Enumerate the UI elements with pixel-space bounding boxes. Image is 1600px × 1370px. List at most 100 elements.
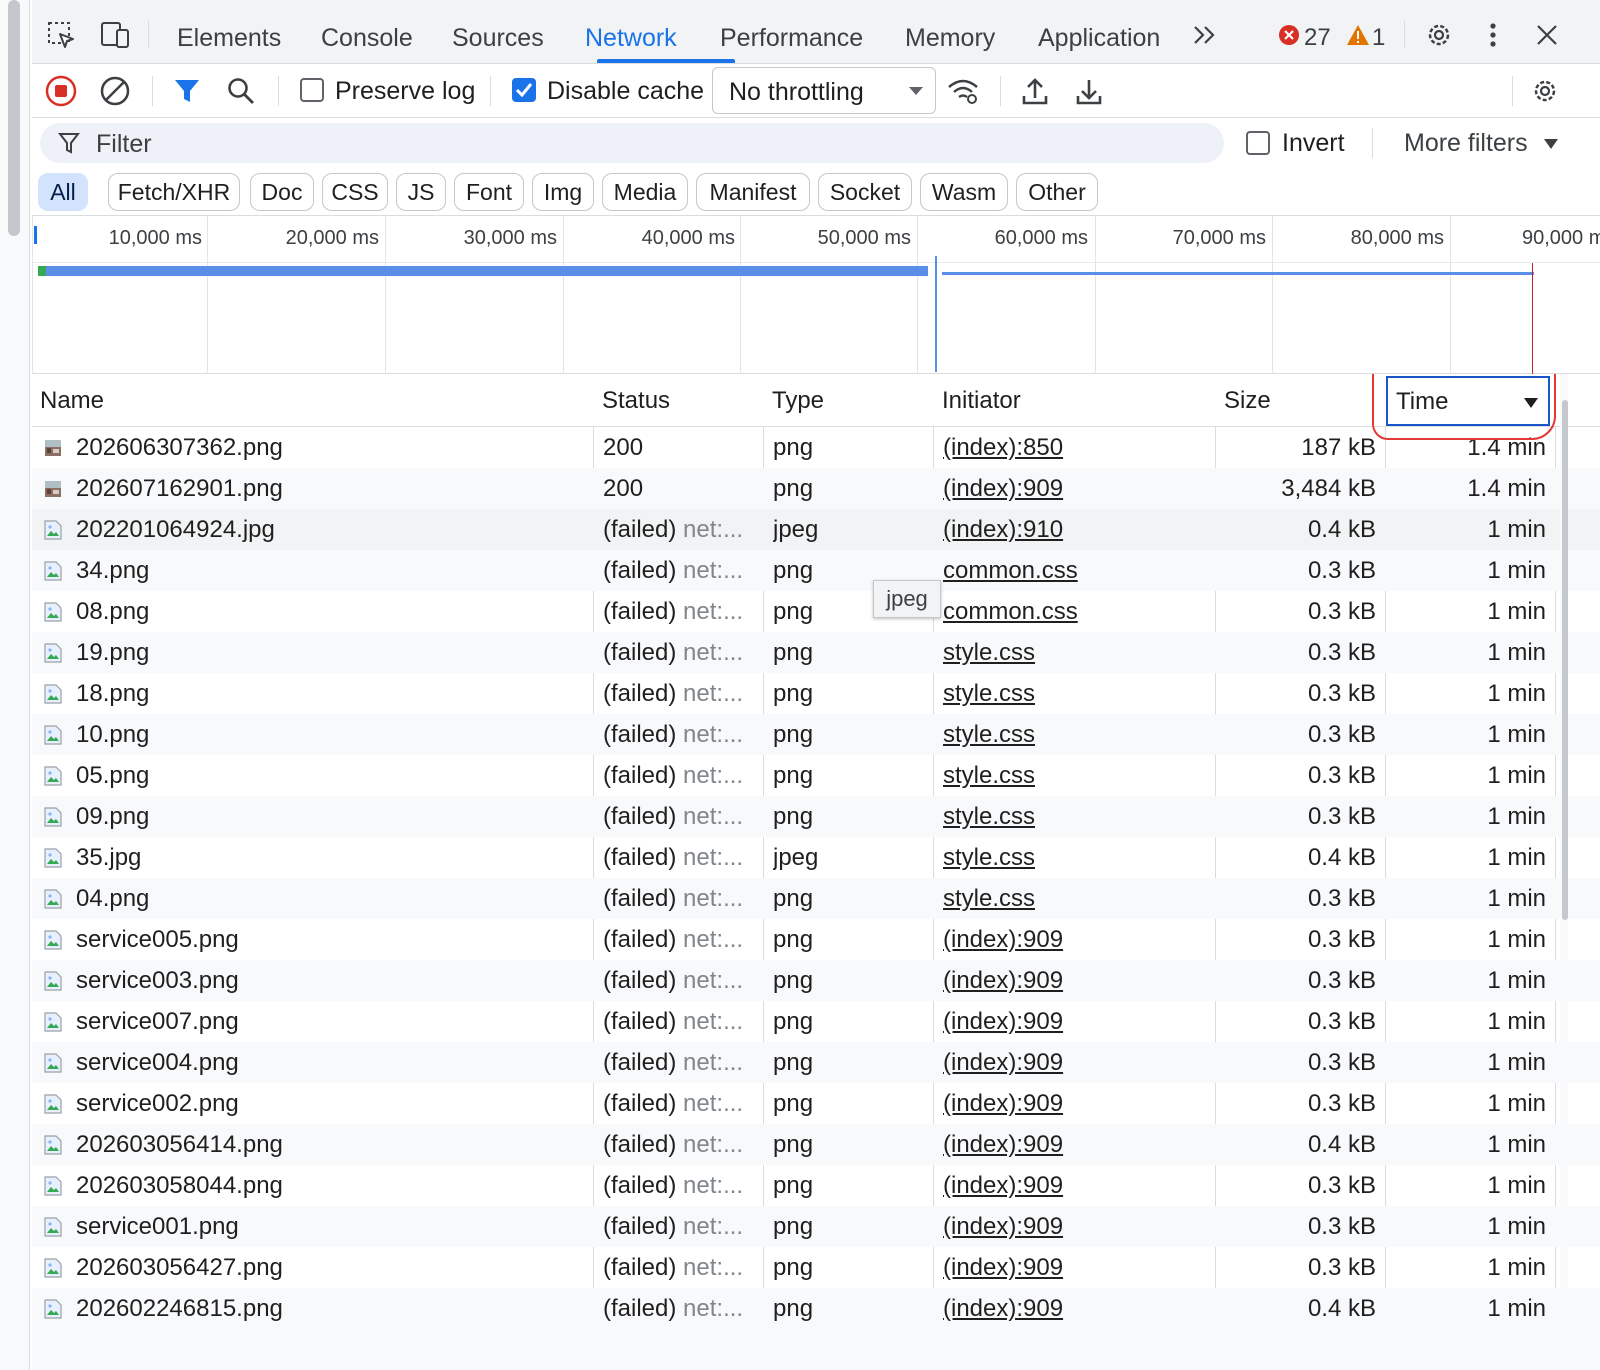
clear-icon[interactable] (98, 74, 132, 108)
disable-cache-checkbox[interactable] (512, 78, 536, 102)
invert-checkbox[interactable] (1246, 131, 1270, 155)
table-row[interactable]: 202602246815.png (failed) net:... png (inde… (32, 1288, 1600, 1329)
type-filter-other[interactable]: Other (1016, 173, 1098, 211)
settings-gear-icon[interactable] (1422, 18, 1456, 52)
more-tabs-chevron-icon[interactable] (1188, 18, 1222, 52)
column-header-name[interactable]: Name (32, 374, 593, 427)
close-icon[interactable] (1530, 18, 1564, 52)
cell-name[interactable]: service007.png (76, 1001, 586, 1042)
cell-name[interactable]: 202201064924.jpg (76, 509, 586, 550)
cell-initiator-link[interactable]: (index):909 (943, 468, 1213, 509)
cell-name[interactable]: service004.png (76, 1042, 586, 1083)
tab-console[interactable]: Console (321, 24, 413, 53)
table-row[interactable]: 35.jpg (failed) net:... jpeg style.css 0.4 k… (32, 837, 1600, 878)
cell-initiator-link[interactable]: (index):909 (943, 1001, 1213, 1042)
cell-name[interactable]: 34.png (76, 550, 586, 591)
column-header-initiator[interactable]: Initiator (934, 374, 1215, 427)
cell-initiator-link[interactable]: style.css (943, 632, 1213, 673)
column-header-status[interactable]: Status (594, 374, 763, 427)
table-row[interactable]: 04.png (failed) net:... png style.css 0.3 kB… (32, 878, 1600, 919)
type-filter-all[interactable]: All (38, 173, 88, 211)
cell-initiator-link[interactable]: style.css (943, 755, 1213, 796)
type-filter-css[interactable]: CSS (322, 173, 388, 211)
cell-initiator-link[interactable]: common.css (943, 591, 1213, 632)
left-scrollbar-thumb[interactable] (8, 0, 20, 236)
table-row[interactable]: service007.png (failed) net:... png (index)… (32, 1001, 1600, 1042)
cell-initiator-link[interactable]: (index):909 (943, 1165, 1213, 1206)
filter-input[interactable]: Filter (40, 123, 1224, 163)
search-icon[interactable] (224, 74, 258, 108)
tab-application[interactable]: Application (1038, 24, 1160, 53)
device-toolbar-icon[interactable] (98, 18, 132, 52)
type-filter-media[interactable]: Media (602, 173, 688, 211)
cell-name[interactable]: 18.png (76, 673, 586, 714)
warning-icon[interactable] (1344, 18, 1372, 52)
table-row[interactable]: 09.png (failed) net:... png style.css 0.3 kB… (32, 796, 1600, 837)
cell-initiator-link[interactable]: (index):850 (943, 427, 1213, 468)
record-stop-icon[interactable] (44, 74, 78, 108)
cell-initiator-link[interactable]: (index):909 (943, 1247, 1213, 1288)
cell-name[interactable]: 202603056427.png (76, 1247, 586, 1288)
cell-initiator-link[interactable]: style.css (943, 837, 1213, 878)
table-row[interactable]: 202201064924.jpg (failed) net:... jpeg (ind… (32, 509, 1600, 550)
table-row[interactable]: service005.png (failed) net:... png (index)… (32, 919, 1600, 960)
table-row[interactable]: service002.png (failed) net:... png (index)… (32, 1083, 1600, 1124)
cell-name[interactable]: 10.png (76, 714, 586, 755)
error-count[interactable]: 27 (1304, 24, 1331, 52)
tab-elements[interactable]: Elements (177, 24, 281, 53)
type-filter-socket[interactable]: Socket (818, 173, 912, 211)
cell-initiator-link[interactable]: (index):909 (943, 1124, 1213, 1165)
column-header-type[interactable]: Type (764, 374, 933, 427)
chevron-down-icon[interactable] (1544, 139, 1558, 149)
cell-name[interactable]: 09.png (76, 796, 586, 837)
table-row[interactable]: 05.png (failed) net:... png style.css 0.3 kB… (32, 755, 1600, 796)
network-conditions-wifi-icon[interactable] (946, 74, 980, 108)
table-row[interactable]: 10.png (failed) net:... png style.css 0.3 kB… (32, 714, 1600, 755)
tab-network[interactable]: Network (585, 24, 677, 53)
cell-initiator-link[interactable]: (index):910 (943, 509, 1213, 550)
table-row[interactable] (32, 1329, 1600, 1370)
tab-memory[interactable]: Memory (905, 24, 995, 53)
cell-initiator-link[interactable]: style.css (943, 673, 1213, 714)
table-row[interactable]: 18.png (failed) net:... png style.css 0.3 kB… (32, 673, 1600, 714)
error-icon[interactable] (1276, 18, 1302, 52)
cell-name[interactable]: service003.png (76, 960, 586, 1001)
table-row[interactable]: 202607162901.png 200 png (index):909 3,484 … (32, 468, 1600, 509)
cell-name[interactable]: 202602246815.png (76, 1288, 586, 1329)
table-row[interactable]: 202606307362.png 200 png (index):850 187 kB… (32, 427, 1600, 468)
cell-name[interactable]: 202607162901.png (76, 468, 586, 509)
cell-name[interactable]: 202603056414.png (76, 1124, 586, 1165)
invert-label[interactable]: Invert (1282, 129, 1345, 158)
type-filter-fetch-xhr[interactable]: Fetch/XHR (108, 173, 240, 211)
table-row[interactable]: 202603056427.png (failed) net:... png (inde… (32, 1247, 1600, 1288)
cell-name[interactable]: 202603058044.png (76, 1165, 586, 1206)
left-panel-scrollbar[interactable] (0, 0, 30, 1370)
table-scrollbar-thumb[interactable] (1562, 400, 1568, 920)
cell-name[interactable]: 04.png (76, 878, 586, 919)
column-header-time[interactable]: Time (1386, 376, 1550, 426)
cell-initiator-link[interactable]: style.css (943, 796, 1213, 837)
network-settings-gear-icon[interactable] (1528, 74, 1562, 108)
cell-initiator-link[interactable]: (index):909 (943, 1206, 1213, 1247)
table-row[interactable]: 34.png (failed) net:... png common.css 0.3 k… (32, 550, 1600, 591)
table-row[interactable]: service001.png (failed) net:... png (index)… (32, 1206, 1600, 1247)
cell-name[interactable]: service001.png (76, 1206, 586, 1247)
disable-cache-label[interactable]: Disable cache (547, 77, 704, 106)
preserve-log-label[interactable]: Preserve log (335, 77, 475, 106)
cell-initiator-link[interactable]: (index):909 (943, 919, 1213, 960)
filter-funnel-icon[interactable] (170, 74, 204, 108)
cell-initiator-link[interactable]: (index):909 (943, 960, 1213, 1001)
cell-name[interactable]: 202606307362.png (76, 427, 586, 468)
cell-name[interactable]: service005.png (76, 919, 586, 960)
tab-sources[interactable]: Sources (452, 24, 544, 53)
more-options-kebab-icon[interactable] (1476, 18, 1510, 52)
type-filter-wasm[interactable]: Wasm (920, 173, 1008, 211)
import-har-upload-icon[interactable] (1018, 74, 1052, 108)
cell-name[interactable]: 35.jpg (76, 837, 586, 878)
table-row[interactable]: service003.png (failed) net:... png (index)… (32, 960, 1600, 1001)
type-filter-font[interactable]: Font (454, 173, 524, 211)
cell-name[interactable]: 05.png (76, 755, 586, 796)
cell-initiator-link[interactable]: (index):909 (943, 1042, 1213, 1083)
column-header-size[interactable]: Size (1216, 374, 1385, 427)
type-filter-manifest[interactable]: Manifest (696, 173, 810, 211)
